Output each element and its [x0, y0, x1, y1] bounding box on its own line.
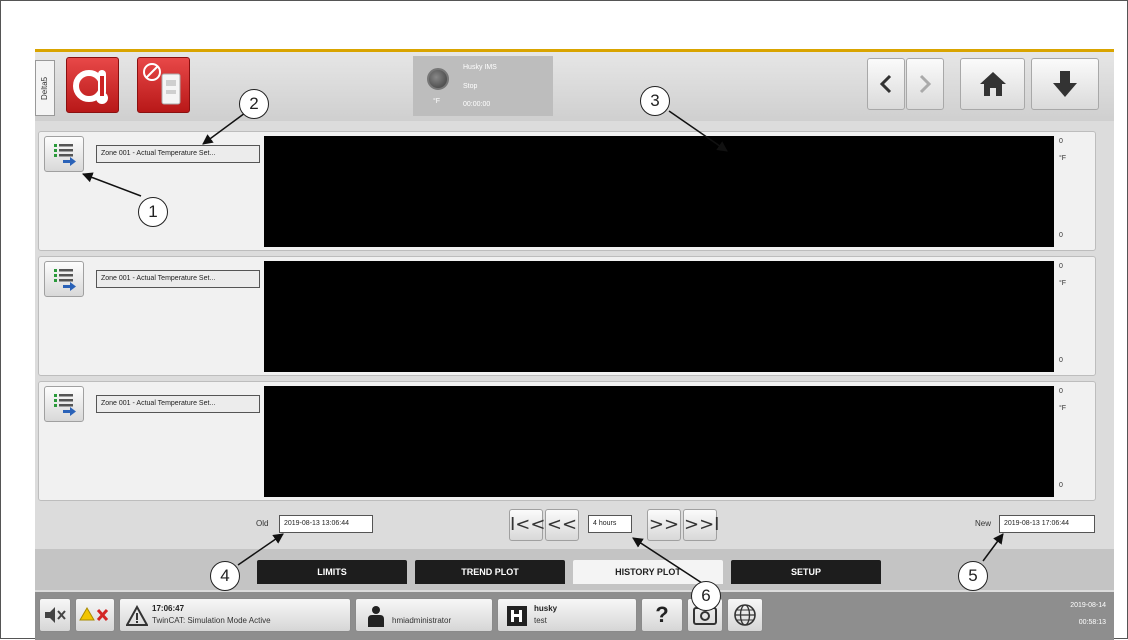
plot-row: Zone 001 - Actual Temperature Set... 0 °… — [38, 256, 1096, 376]
row-menu-button[interactable] — [44, 261, 84, 297]
row-signal-label[interactable]: Zone 001 - Actual Temperature Set... — [96, 145, 260, 163]
user-icon — [368, 606, 384, 627]
old-time-field[interactable]: 2019-08-13 13:06:44 — [279, 515, 373, 533]
footer-date: 2019-08-14 — [1070, 602, 1106, 609]
figure-frame: Delta5 °F Husky IMS Stop 00:00:00 Zone 0… — [0, 0, 1128, 640]
row-menu-button[interactable] — [44, 136, 84, 172]
alarm-banner[interactable]: 17:06:47 TwinCAT: Simulation Mode Active — [119, 598, 351, 632]
time-range-field[interactable]: 4 hours — [588, 515, 632, 533]
temperature-alarm-button[interactable] — [66, 57, 119, 113]
callout-6: 6 — [691, 581, 721, 611]
download-icon — [1053, 71, 1077, 97]
plot-row: Zone 001 - Actual Temperature Set... 0 °… — [38, 381, 1096, 501]
row-signal-label[interactable]: Zone 001 - Actual Temperature Set... — [96, 395, 260, 413]
globe-icon — [734, 604, 756, 626]
next-page-button[interactable]: >> — [647, 509, 681, 541]
callout-4: 4 — [210, 561, 240, 591]
list-arrow-icon — [54, 269, 76, 291]
user-button[interactable]: hmiadministrator — [355, 598, 493, 632]
tab-limits[interactable]: LIMITS — [257, 560, 407, 584]
machine-status-panel[interactable]: °F Husky IMS Stop 00:00:00 — [413, 56, 553, 116]
home-icon — [979, 72, 1006, 96]
callout-3: 3 — [640, 86, 670, 116]
hmi-screen: Delta5 °F Husky IMS Stop 00:00:00 Zone 0… — [35, 49, 1114, 640]
side-tab[interactable]: Delta5 — [35, 60, 55, 116]
help-button[interactable]: ? — [641, 598, 683, 632]
arrow-left-icon — [879, 74, 892, 94]
manual-mode-button[interactable] — [137, 57, 190, 113]
last-page-button[interactable]: >>I — [683, 509, 719, 541]
tab-bar: LIMITS TREND PLOT HISTORY PLOT SETUP — [35, 549, 1114, 590]
mold-icon — [507, 606, 527, 626]
axis-min: 0 — [1059, 232, 1063, 239]
callout-5: 5 — [958, 561, 988, 591]
mold-button[interactable]: husky test — [497, 598, 637, 632]
axis-unit: °F — [1059, 155, 1067, 162]
mold-subtitle: test — [534, 616, 547, 625]
manual-mode-icon — [143, 63, 181, 105]
axis-max: 0 — [1059, 263, 1063, 270]
first-page-button[interactable]: I<< — [509, 509, 545, 541]
axis-min: 0 — [1059, 482, 1063, 489]
temperature-alarm-icon — [73, 70, 108, 104]
old-label: Old — [256, 519, 269, 528]
list-arrow-icon — [54, 394, 76, 416]
plot-area[interactable] — [264, 136, 1054, 247]
mute-icon — [45, 607, 66, 623]
tab-setup[interactable]: SETUP — [731, 560, 881, 584]
list-arrow-icon — [54, 144, 76, 166]
row-signal-label[interactable]: Zone 001 - Actual Temperature Set... — [96, 270, 260, 288]
machine-state: Stop — [463, 83, 478, 90]
alarm-time: 17:06:47 — [152, 604, 185, 613]
back-button[interactable] — [867, 58, 905, 110]
new-time-field[interactable]: 2019-08-13 17:06:44 — [999, 515, 1095, 533]
alarm-message: TwinCAT: Simulation Mode Active — [152, 616, 271, 625]
status-unit: °F — [433, 98, 441, 105]
home-button[interactable] — [960, 58, 1025, 110]
arrow-right-icon — [919, 74, 932, 94]
tab-trend-plot[interactable]: TREND PLOT — [415, 560, 565, 584]
footer-clock: 00:58:13 — [1078, 619, 1106, 626]
machine-time: 00:00:00 — [463, 101, 491, 108]
download-button[interactable] — [1031, 58, 1099, 110]
forward-button[interactable] — [906, 58, 944, 110]
top-bar: Delta5 °F Husky IMS Stop 00:00:00 — [35, 49, 1114, 121]
mold-name: husky — [534, 604, 558, 613]
row-menu-button[interactable] — [44, 386, 84, 422]
previous-page-button[interactable]: << — [545, 509, 579, 541]
footer-bar: 17:06:47 TwinCAT: Simulation Mode Active… — [35, 592, 1114, 640]
axis-min: 0 — [1059, 357, 1063, 364]
axis-max: 0 — [1059, 388, 1063, 395]
plot-area[interactable] — [264, 386, 1054, 497]
axis-max: 0 — [1059, 138, 1063, 145]
mute-button[interactable] — [39, 598, 71, 632]
user-name: hmiadministrator — [392, 616, 452, 625]
axis-unit: °F — [1059, 280, 1067, 287]
callout-1: 1 — [138, 197, 168, 227]
plot-area[interactable] — [264, 261, 1054, 372]
warning-icon — [79, 607, 109, 622]
language-button[interactable] — [727, 598, 763, 632]
plot-row: Zone 001 - Actual Temperature Set... 0 °… — [38, 131, 1096, 251]
alarm-reset-button[interactable] — [75, 598, 115, 632]
tab-history-plot[interactable]: HISTORY PLOT — [573, 560, 723, 584]
alarm-warning-icon — [126, 605, 148, 626]
callout-2: 2 — [239, 89, 269, 119]
new-label: New — [975, 519, 992, 528]
axis-unit: °F — [1059, 405, 1067, 412]
machine-name: Husky IMS — [463, 64, 497, 71]
status-lamp-icon — [427, 68, 449, 90]
